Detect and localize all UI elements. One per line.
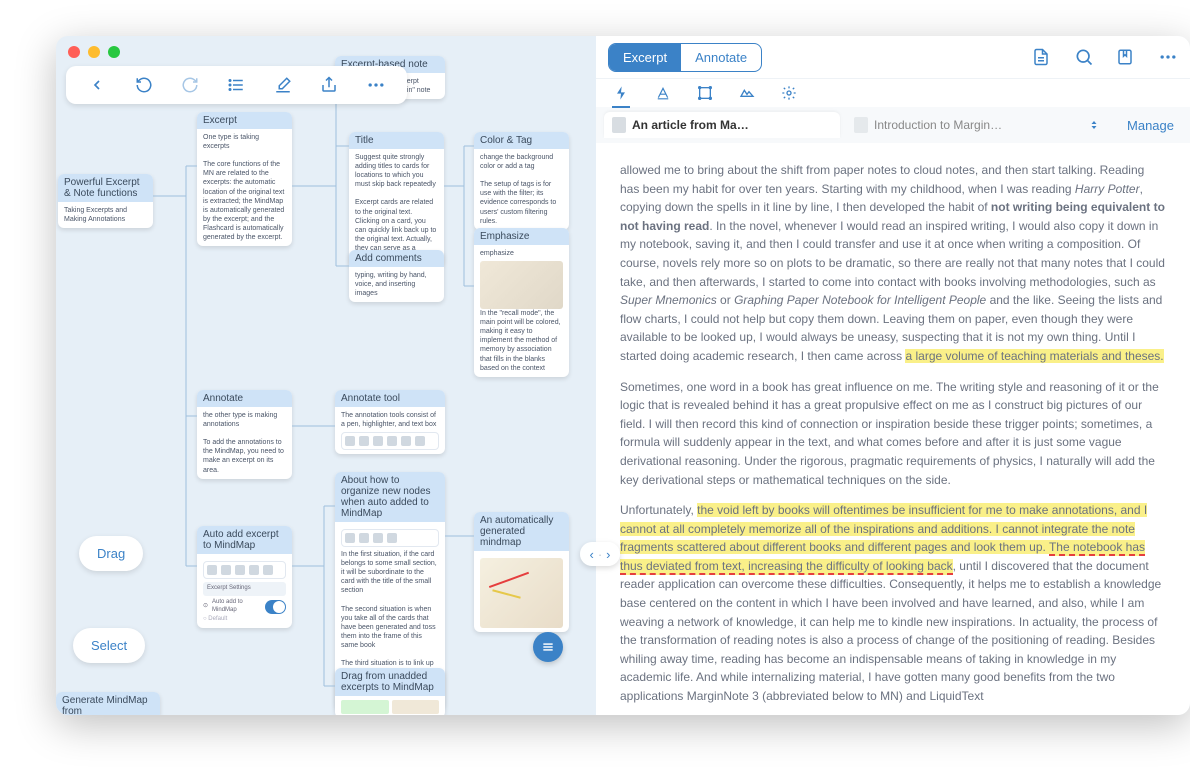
document-pane: Excerpt Annotate An article from Ma… bbox=[596, 36, 1190, 715]
card-annotate[interactable]: Annotate the other type is making annota… bbox=[197, 390, 292, 479]
card-title: About how to organize new nodes when aut… bbox=[335, 472, 445, 522]
card-title: Drag from unadded excerpts to MindMap bbox=[335, 668, 445, 696]
card-title-card[interactable]: Title Suggest quite strongly adding titl… bbox=[349, 132, 444, 266]
back-icon[interactable] bbox=[87, 75, 107, 95]
card-title: Generate MindMap from bbox=[56, 692, 160, 715]
card-title: Emphasize bbox=[474, 228, 569, 245]
card-color-tag[interactable]: Color & Tag change the background color … bbox=[474, 132, 569, 230]
card-title: Annotate tool bbox=[335, 390, 445, 407]
doc-tab-active[interactable]: An article from Ma… bbox=[604, 112, 840, 138]
nav-left-icon[interactable]: ‹ bbox=[589, 547, 593, 562]
manage-link[interactable]: Manage bbox=[1119, 118, 1182, 133]
card-gen-mindmap[interactable]: Generate MindMap from bbox=[56, 692, 160, 715]
card-body: the other type is making annotations To … bbox=[197, 407, 292, 479]
card-title: Excerpt bbox=[197, 112, 292, 129]
lasso-select-icon[interactable] bbox=[738, 84, 756, 102]
document-icon[interactable] bbox=[1032, 47, 1052, 67]
share-icon[interactable] bbox=[319, 75, 339, 95]
mindmap-image bbox=[480, 558, 563, 628]
article-content[interactable]: allowed me to bring about the shift from… bbox=[596, 143, 1190, 715]
card-body: Suggest quite strongly adding titles to … bbox=[349, 149, 444, 266]
mindmap-toolbar bbox=[66, 66, 407, 104]
redo-icon[interactable] bbox=[180, 75, 200, 95]
mindmap-pane[interactable]: Drag Select Excerpt-based note How to cr… bbox=[56, 36, 596, 715]
card-emphasize[interactable]: Emphasize emphasize In the "recall mode"… bbox=[474, 228, 569, 377]
rectangle-select-icon[interactable] bbox=[696, 84, 714, 102]
doc-tab-inactive[interactable]: Introduction to Margin… bbox=[846, 112, 1082, 138]
undo-icon[interactable] bbox=[134, 75, 154, 95]
outline-icon[interactable] bbox=[226, 75, 246, 95]
card-add-comments[interactable]: Add comments typing, writing by hand, vo… bbox=[349, 250, 444, 302]
document-topbar: Excerpt Annotate bbox=[596, 36, 1190, 79]
hand-tool-icon[interactable] bbox=[612, 84, 630, 108]
card-title: Auto add excerpt to MindMap bbox=[197, 526, 292, 554]
minimize-icon[interactable] bbox=[88, 46, 100, 58]
tab-annotate[interactable]: Annotate bbox=[681, 44, 761, 71]
doc-file-icon bbox=[854, 117, 868, 133]
close-icon[interactable] bbox=[68, 46, 80, 58]
article-p2: Sometimes, one word in a book has great … bbox=[620, 378, 1166, 490]
card-annotate-tool[interactable]: Annotate tool The annotation tools consi… bbox=[335, 390, 445, 454]
card-auto-add[interactable]: Auto add excerpt to MindMap Excerpt Sett… bbox=[197, 526, 292, 628]
annotate-mini-toolbar bbox=[341, 432, 439, 450]
more-icon[interactable] bbox=[366, 75, 386, 95]
card-title: Title bbox=[349, 132, 444, 149]
nav-right-icon[interactable]: › bbox=[606, 547, 610, 562]
window-traffic-lights bbox=[68, 46, 120, 58]
doc-tab-label: Introduction to Margin… bbox=[874, 118, 1002, 132]
card-title: An automatically generated mindmap bbox=[474, 512, 569, 551]
card-body: change the background color or add a tag… bbox=[474, 149, 569, 230]
card-body bbox=[335, 696, 445, 715]
list-button[interactable] bbox=[533, 632, 563, 662]
doc-file-icon bbox=[612, 117, 626, 133]
edit-icon[interactable] bbox=[273, 75, 293, 95]
doc-tab-label: An article from Ma… bbox=[632, 118, 749, 132]
card-body bbox=[474, 551, 569, 632]
select-mode-button[interactable]: Select bbox=[73, 628, 145, 663]
text-style-icon[interactable] bbox=[654, 84, 672, 102]
app-window: Drag Select Excerpt-based note How to cr… bbox=[56, 36, 1190, 715]
more-icon[interactable] bbox=[1158, 47, 1178, 67]
sort-icon[interactable] bbox=[1088, 117, 1102, 133]
card-body: typing, writing by hand, voice, and inse… bbox=[349, 267, 444, 302]
card-title: Annotate bbox=[197, 390, 292, 407]
maximize-icon[interactable] bbox=[108, 46, 120, 58]
card-auto-gen[interactable]: An automatically generated mindmap bbox=[474, 512, 569, 632]
card-title: Add comments bbox=[349, 250, 444, 267]
card-body: emphasize In the "recall mode", the main… bbox=[474, 245, 569, 377]
card-title: Powerful Excerpt & Note functions bbox=[58, 174, 153, 202]
document-tabs: An article from Ma… Introduction to Marg… bbox=[596, 107, 1190, 143]
pane-nav-arrows[interactable]: ‹ · › bbox=[580, 542, 620, 566]
auto-add-toggle[interactable] bbox=[265, 600, 286, 614]
highlight[interactable]: a large volume of teaching materials and… bbox=[905, 349, 1163, 363]
card-title: Color & Tag bbox=[474, 132, 569, 149]
search-icon[interactable] bbox=[1074, 47, 1094, 67]
drag-mode-button[interactable]: Drag bbox=[79, 536, 143, 571]
settings-gear-icon[interactable] bbox=[780, 84, 798, 102]
tab-excerpt[interactable]: Excerpt bbox=[609, 44, 681, 71]
mode-segmented-control: Excerpt Annotate bbox=[608, 43, 762, 72]
card-body: One type is taking excerpts The core fun… bbox=[197, 129, 292, 246]
card-body: The annotation tools consist of a pen, h… bbox=[335, 407, 445, 454]
card-body: Taking Excerpts and Making Annotations bbox=[58, 202, 153, 228]
bookmark-icon[interactable] bbox=[1116, 47, 1136, 67]
article-p3: Unfortunately, the void left by books wi… bbox=[620, 501, 1166, 706]
card-drag-unadded[interactable]: Drag from unadded excerpts to MindMap bbox=[335, 668, 445, 715]
card-body: Excerpt Settings ⊙Auto add to MindMap ○ … bbox=[197, 554, 292, 628]
emphasize-image bbox=[480, 261, 563, 309]
card-powerful[interactable]: Powerful Excerpt & Note functions Taking… bbox=[58, 174, 153, 228]
article-p1: allowed me to bring about the shift from… bbox=[620, 161, 1166, 366]
annotation-toolbar bbox=[596, 79, 1190, 107]
card-excerpt[interactable]: Excerpt One type is taking excerpts The … bbox=[197, 112, 292, 246]
